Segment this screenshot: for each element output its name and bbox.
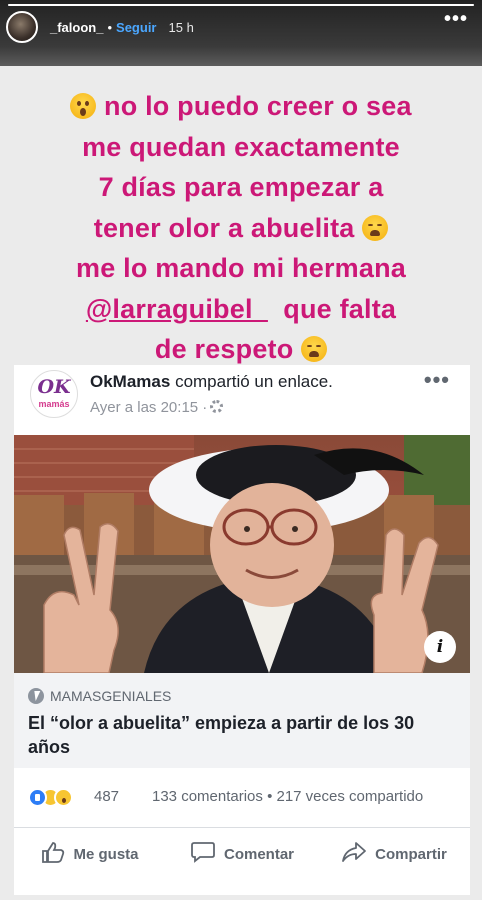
share-button[interactable]: Compartir (318, 829, 470, 879)
caption-line-5: me lo mando mi hermana (76, 253, 406, 283)
caption-line-1: no lo puedo creer o sea (104, 91, 412, 121)
reaction-count[interactable]: 487 (94, 788, 119, 805)
weary-face-icon (362, 214, 389, 241)
link-source-row: MAMASGENIALES (28, 688, 171, 704)
comment-share-stats[interactable]: 133 comentarios • 217 veces compartido (152, 788, 423, 805)
caption-line-7: de respeto (154, 334, 294, 364)
post-timestamp: Ayer a las 20:15 · (90, 399, 208, 416)
mention-link[interactable]: @larraguibel_ (86, 294, 268, 324)
caption-line-3: 7 días para empezar a (98, 172, 384, 202)
story-header: _faloon_ • Seguir 15 h ••• (0, 0, 482, 66)
thumbs-up-icon (41, 841, 65, 867)
story-progress-fill (8, 4, 474, 6)
like-reaction-icon (28, 788, 47, 807)
shared-post-card: OK mamás OkMamas compartió un enlace. Ay… (14, 365, 470, 895)
caption-line-4: tener olor a abuelita (93, 212, 355, 243)
separator-dot: • (107, 19, 113, 35)
post-more-icon[interactable]: ••• (424, 367, 450, 393)
share-label: Compartir (375, 845, 447, 863)
post-author[interactable]: OkMamas (90, 372, 170, 391)
post-actions: Me gusta Comentar Compartir (14, 829, 470, 879)
like-label: Me gusta (73, 845, 139, 863)
more-options-icon[interactable]: ••• (444, 8, 468, 31)
link-source: MAMASGENIALES (50, 688, 172, 704)
reactions-bar: 487 133 comentarios • 217 veces comparti… (14, 768, 470, 828)
instant-article-bolt-icon (28, 688, 44, 704)
timestamp: 15 h (168, 19, 194, 35)
face-screaming-in-fear-icon (70, 93, 97, 119)
logo-ok-text: OK (37, 376, 71, 398)
caption-line-6: que falta (283, 293, 397, 324)
post-author-line: OkMamas compartió un enlace. (90, 372, 333, 392)
link-caption[interactable]: MAMASGENIALES El “olor a abuelita” empie… (14, 673, 470, 768)
post-action-text: compartió un enlace. (175, 372, 333, 391)
username[interactable]: _faloon_ (50, 20, 103, 35)
reaction-icons[interactable] (28, 788, 73, 808)
avatar[interactable] (6, 11, 38, 43)
story-progress-bar (8, 4, 474, 6)
share-arrow-icon (341, 841, 367, 867)
link-title[interactable]: El “olor a abuelita” empieza a partir de… (28, 711, 458, 759)
post-meta: Ayer a las 20:15 · (90, 399, 224, 416)
weary-face-icon (301, 336, 328, 362)
comment-label: Comentar (223, 845, 294, 863)
wow-reaction-icon (54, 788, 73, 807)
caption-line-2: me quedan exactamente (82, 131, 400, 162)
comment-icon (190, 841, 216, 867)
comment-button[interactable]: Comentar (166, 829, 318, 879)
page-logo[interactable]: OK mamás (30, 370, 78, 418)
follow-button[interactable]: Seguir (116, 20, 156, 35)
logo-mamas-text: mamás (38, 399, 70, 409)
story-caption: no lo puedo creer o sea me quedan exacta… (0, 86, 482, 370)
gear-icon (210, 400, 224, 413)
like-button[interactable]: Me gusta (14, 829, 166, 879)
post-header: OK mamás OkMamas compartió un enlace. Ay… (14, 365, 470, 435)
elderly-woman-photo (14, 435, 470, 673)
info-icon[interactable]: i (424, 631, 456, 663)
link-preview-image[interactable]: i (14, 435, 470, 673)
